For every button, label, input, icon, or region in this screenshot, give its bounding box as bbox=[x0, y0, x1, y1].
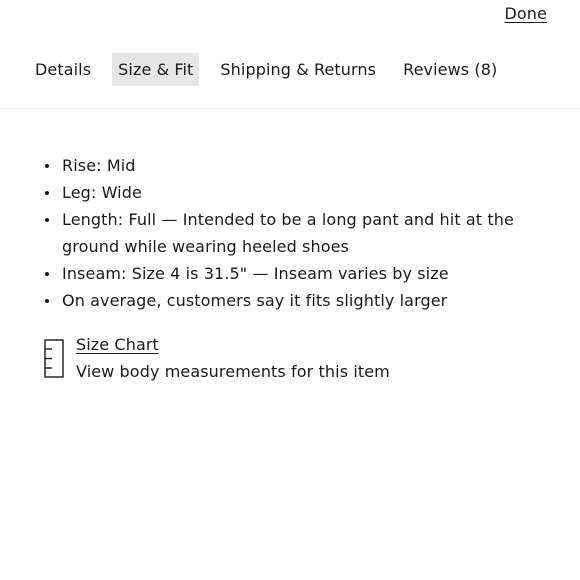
list-item-text: Leg: Wide bbox=[62, 183, 142, 202]
header-divider bbox=[0, 108, 580, 109]
list-item-text: Inseam: Size 4 is 31.5" — Inseam varies … bbox=[62, 264, 449, 283]
list-item: Inseam: Size 4 is 31.5" — Inseam varies … bbox=[0, 260, 560, 287]
size-chart-section: Size Chart View body measurements for th… bbox=[44, 331, 390, 385]
tab-bar: Details Size & Fit Shipping & Returns Re… bbox=[29, 53, 518, 86]
list-item-text: Rise: Mid bbox=[62, 156, 136, 175]
tab-details[interactable]: Details bbox=[29, 53, 97, 86]
bullet-icon bbox=[45, 299, 49, 303]
bullet-icon bbox=[45, 191, 49, 195]
list-item: Leg: Wide bbox=[0, 179, 560, 206]
list-item: Length: Full — Intended to be a long pan… bbox=[0, 206, 560, 260]
list-item-text: Length: Full — Intended to be a long pan… bbox=[62, 210, 514, 256]
done-button[interactable]: Done bbox=[505, 3, 548, 25]
bullet-icon bbox=[45, 272, 49, 276]
ruler-icon bbox=[44, 339, 64, 378]
bullet-icon bbox=[45, 218, 49, 222]
bullet-icon bbox=[45, 164, 49, 168]
tab-reviews[interactable]: Reviews (8) bbox=[397, 53, 503, 86]
list-item: On average, customers say it fits slight… bbox=[0, 287, 560, 314]
size-fit-list: Rise: Mid Leg: Wide Length: Full — Inten… bbox=[0, 152, 560, 314]
tab-shipping-returns[interactable]: Shipping & Returns bbox=[214, 53, 382, 86]
size-chart-text: Size Chart View body measurements for th… bbox=[76, 331, 390, 385]
size-chart-description: View body measurements for this item bbox=[76, 362, 390, 381]
list-item: Rise: Mid bbox=[0, 152, 560, 179]
list-item-text: On average, customers say it fits slight… bbox=[62, 291, 448, 310]
size-chart-link[interactable]: Size Chart bbox=[76, 331, 390, 358]
tab-size-fit[interactable]: Size & Fit bbox=[112, 53, 200, 86]
